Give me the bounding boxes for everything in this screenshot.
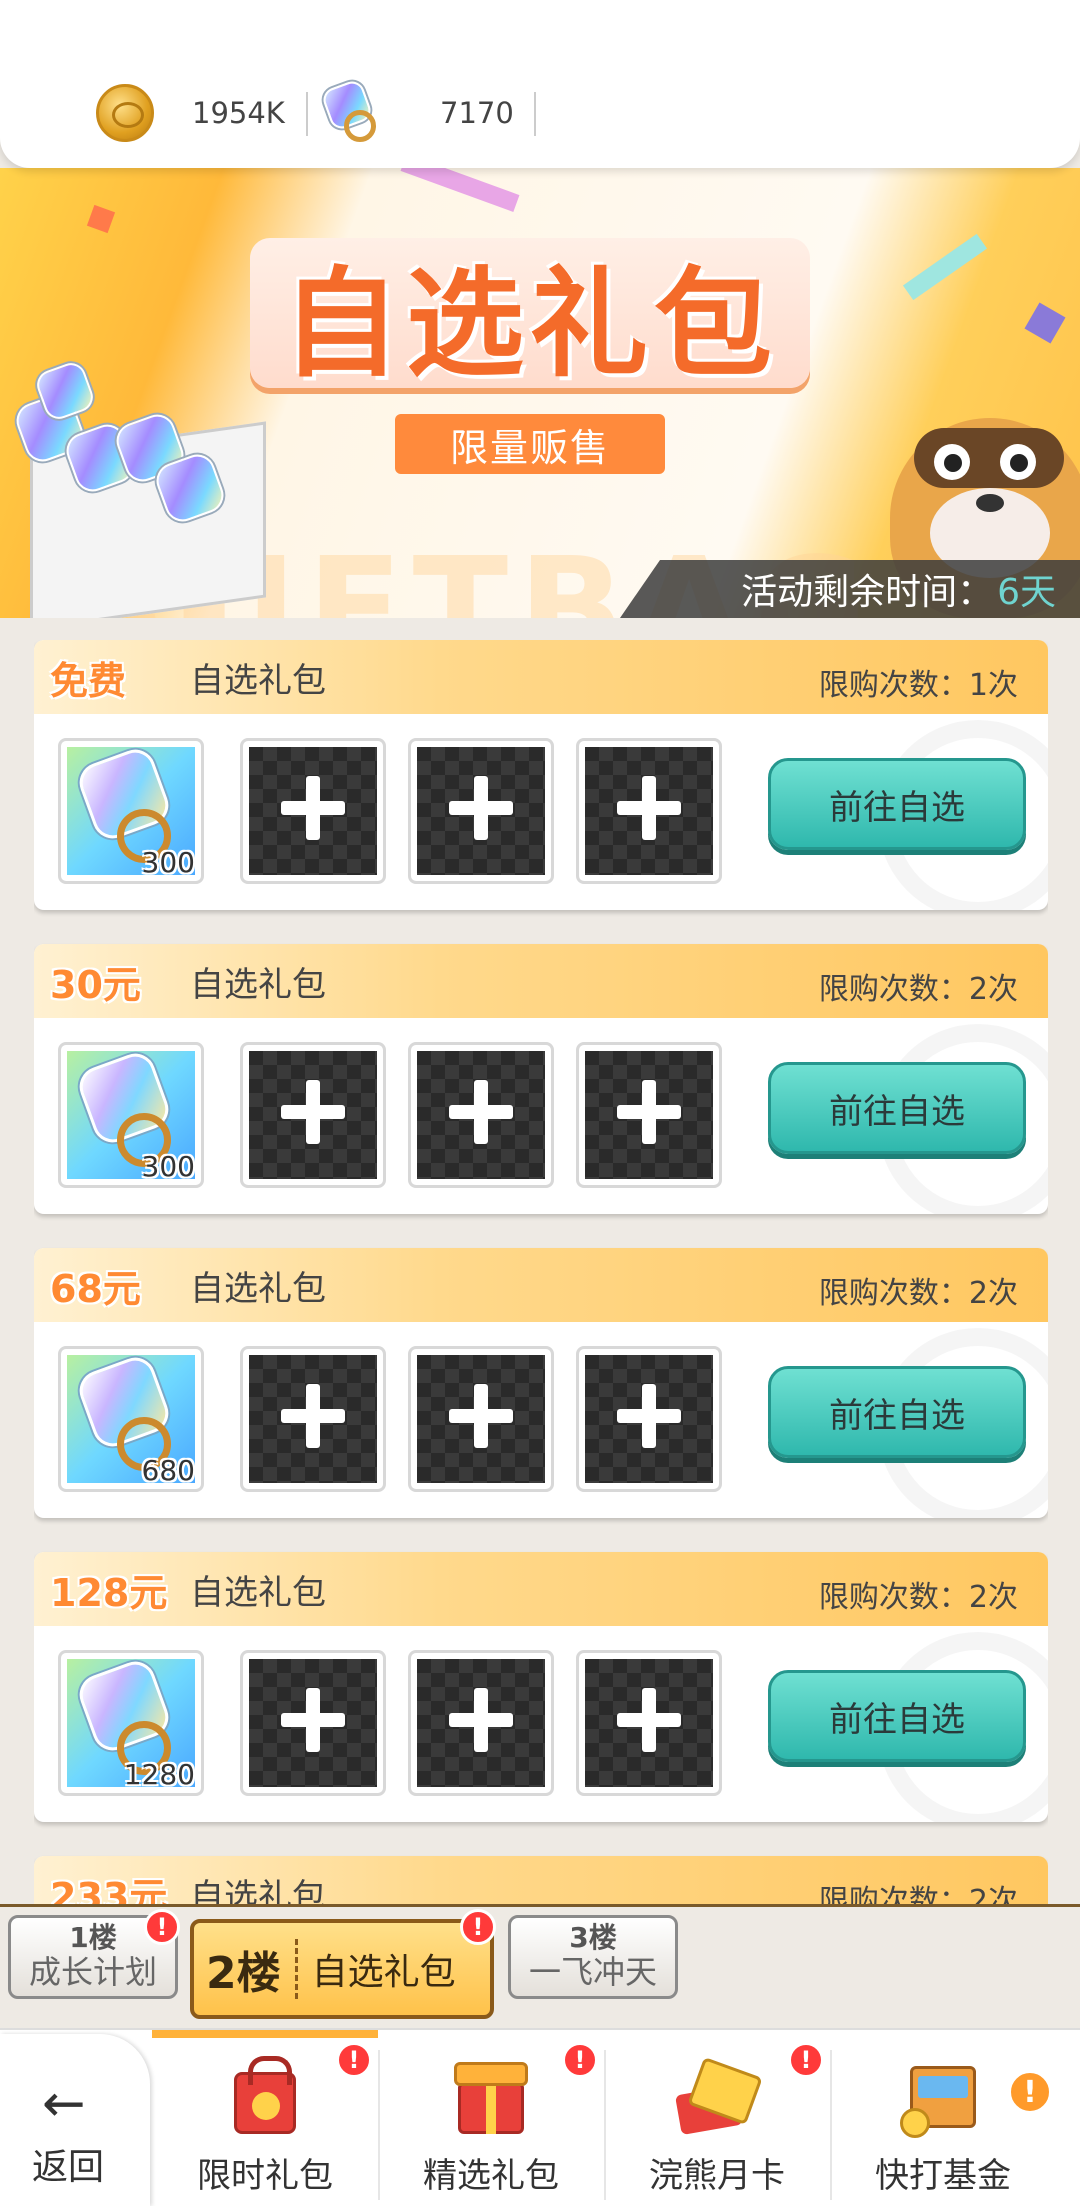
empty-choice-slot[interactable] (240, 1650, 386, 1796)
alert-badge: ! (788, 2042, 824, 2078)
tab-featured-gift[interactable]: ! 精选礼包 (378, 2030, 604, 2206)
alert-badge: ! (1008, 2070, 1052, 2114)
tab-raccoon-monthly-card[interactable]: ! 浣熊月卡 (604, 2030, 830, 2206)
pack-header: 128元 自选礼包 限购次数：2次 (34, 1552, 1048, 1626)
purchase-limit: 限购次数：2次 (818, 1580, 1018, 1615)
empty-choice-slot[interactable] (576, 1042, 722, 1188)
confetti (86, 204, 116, 234)
go-select-button[interactable]: 前往自选 (768, 1366, 1026, 1458)
item-slot[interactable]: 300 (58, 738, 204, 884)
item-slot[interactable]: 300 (58, 1042, 204, 1188)
purchase-limit: 限购次数：2次 (818, 972, 1018, 1007)
confetti (400, 168, 520, 212)
coin-count: 1954K (192, 96, 285, 130)
floor-3-tab[interactable]: 3楼 一飞冲天 (508, 1915, 678, 1999)
pack-list[interactable]: 免费 自选礼包 限购次数：1次 300 前往自选 30元 自选礼包 限购次数：2次 300 前往自… (34, 640, 1048, 1910)
item-slot[interactable]: 1280 (58, 1650, 204, 1796)
gem-count: 7170 (440, 96, 514, 130)
pack-card: 233元自选礼包限购次数：2次前往自选 (34, 1856, 1048, 1910)
item-slot[interactable]: 680 (58, 1346, 204, 1492)
gem-box-illustration (0, 358, 300, 618)
floor-selector: 1楼 成长计划 ! 2楼 自选礼包 ! 3楼 一飞冲天 (0, 1904, 1080, 2031)
go-select-button[interactable]: 前往自选 (768, 1062, 1026, 1154)
ticket-card-icon (674, 2052, 763, 2138)
banner-title: 自选礼包 (250, 238, 810, 393)
divider (534, 92, 536, 136)
fund-chest-icon (900, 2052, 986, 2138)
pack-card: 128元 自选礼包 限购次数：2次 1280 前往自选 (34, 1552, 1048, 1822)
item-quantity: 680 (141, 1454, 195, 1487)
alert-badge: ! (144, 1909, 180, 1945)
pack-price: 免费 (50, 658, 127, 703)
pack-card: 30元 自选礼包 限购次数：2次 300 前往自选 (34, 944, 1048, 1214)
divider (306, 92, 308, 136)
item-quantity: 300 (141, 1150, 195, 1183)
gift-box-icon (448, 2052, 534, 2138)
alert-badge: ! (562, 2042, 598, 2078)
empty-choice-slot[interactable] (240, 1346, 386, 1492)
empty-choice-slot[interactable] (576, 1346, 722, 1492)
bottom-tab-bar: ← 返回 ! 限时礼包 ! 精选礼包 ! 浣熊月卡 ! 快打基金 (0, 2028, 1080, 2206)
pack-price: 68元 (50, 1266, 141, 1311)
empty-choice-slot[interactable] (240, 1042, 386, 1188)
pack-header: 68元 自选礼包 限购次数：2次 (34, 1248, 1048, 1322)
confetti (902, 233, 988, 301)
pack-card: 免费 自选礼包 限购次数：1次 300 前往自选 (34, 640, 1048, 910)
resource-bar: 1954K 7170 (0, 0, 1080, 168)
empty-choice-slot[interactable] (240, 738, 386, 884)
pack-name: 自选礼包 (190, 964, 326, 1005)
red-gift-bag-icon (222, 2052, 308, 2138)
go-select-button[interactable]: 前往自选 (768, 1670, 1026, 1762)
tab-limited-gift[interactable]: ! 限时礼包 (152, 2030, 378, 2206)
empty-choice-slot[interactable] (408, 1650, 554, 1796)
event-banner: GIFTBAG 自选礼包 限量贩售 活动剩余时间： 6天 (0, 168, 1080, 618)
item-quantity: 300 (141, 846, 195, 879)
back-button[interactable]: ← 返回 (0, 2034, 150, 2206)
gold-coin-icon (96, 84, 154, 142)
empty-choice-slot[interactable] (408, 1042, 554, 1188)
pack-name: 自选礼包 (190, 1268, 326, 1309)
pack-header: 30元 自选礼包 限购次数：2次 (34, 944, 1048, 1018)
empty-choice-slot[interactable] (576, 738, 722, 884)
pack-name: 自选礼包 (190, 660, 326, 701)
item-quantity: 1280 (123, 1758, 195, 1791)
pack-header: 免费 自选礼包 限购次数：1次 (34, 640, 1048, 714)
go-select-button[interactable]: 前往自选 (768, 758, 1026, 850)
tab-fund[interactable]: ! 快打基金 (830, 2030, 1056, 2206)
gem-ring-icon (320, 78, 382, 144)
banner-subtitle: 限量贩售 (395, 414, 665, 474)
empty-choice-slot[interactable] (408, 1346, 554, 1492)
floor-2-tab[interactable]: 2楼 自选礼包 (190, 1919, 494, 2019)
confetti (1024, 302, 1066, 344)
alert-badge: ! (460, 1909, 496, 1945)
alert-badge: ! (336, 2042, 372, 2078)
pack-header: 233元 自选礼包 限购次数：2次 (34, 1856, 1048, 1910)
purchase-limit: 限购次数：1次 (818, 668, 1018, 703)
pack-card: 68元 自选礼包 限购次数：2次 680 前往自选 (34, 1248, 1048, 1518)
back-arrow-icon: ← (42, 2074, 86, 2134)
empty-choice-slot[interactable] (576, 1650, 722, 1796)
pack-name: 自选礼包 (190, 1572, 326, 1613)
pack-price: 128元 (50, 1570, 168, 1615)
pack-price: 30元 (50, 962, 141, 1007)
empty-choice-slot[interactable] (408, 738, 554, 884)
purchase-limit: 限购次数：2次 (818, 1276, 1018, 1311)
event-timer: 活动剩余时间： 6天 (620, 560, 1080, 618)
